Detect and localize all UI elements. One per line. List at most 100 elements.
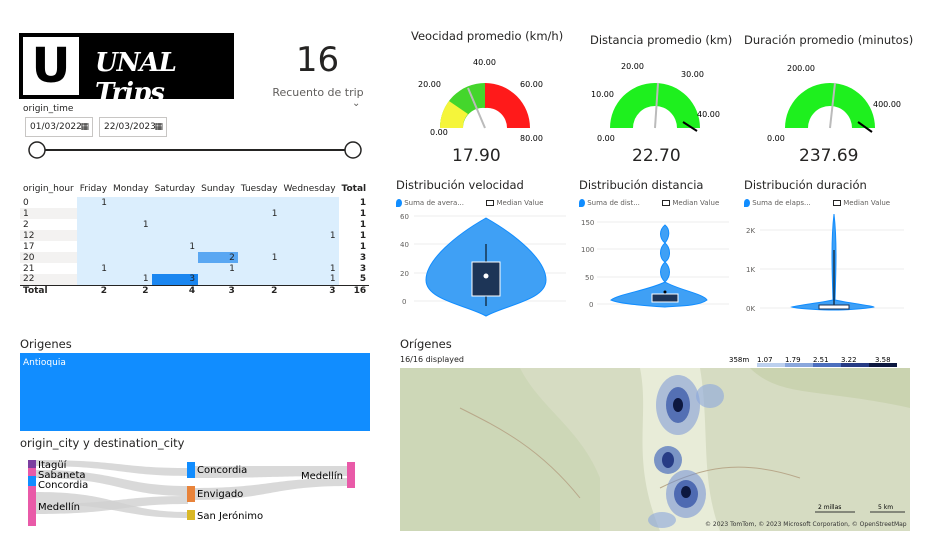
matrix-cell[interactable] (76, 274, 111, 285)
matrix-cell[interactable] (151, 263, 199, 274)
matrix-cell[interactable]: 1 (76, 197, 111, 208)
matrix-cell[interactable]: 1 (198, 263, 238, 274)
brand-logo: U UNAL Trips (19, 33, 234, 108)
matrix-col-header[interactable]: Tuesday (238, 181, 281, 197)
matrix-cell[interactable] (76, 208, 111, 219)
matrix-row-total[interactable]: 3 (339, 263, 370, 274)
violin-box (651, 293, 679, 303)
median-box-icon (662, 200, 671, 206)
matrix-cell[interactable] (151, 219, 199, 230)
matrix-row-header[interactable]: 2 (20, 219, 77, 230)
matrix-row[interactable]: 22 1 3 1 5 (20, 274, 369, 285)
matrix-col-header[interactable]: Wednesday (280, 181, 338, 197)
matrix-cell[interactable] (237, 241, 281, 252)
matrix-cell[interactable] (76, 219, 111, 230)
matrix-row[interactable]: 12 1 1 (20, 230, 369, 241)
calendar-icon[interactable]: ▦ (154, 118, 163, 136)
matrix-row[interactable]: 17 1 1 (20, 241, 369, 252)
matrix-cell[interactable] (280, 197, 339, 208)
matrix-cell[interactable]: 2 (198, 252, 238, 263)
matrix-cell[interactable] (110, 263, 152, 274)
matrix-cell[interactable] (198, 274, 238, 285)
sankey-label: Concordia (197, 465, 247, 476)
matrix-cell[interactable]: 1 (280, 263, 339, 274)
start-date-value: 01/03/2022 (30, 122, 82, 132)
matrix-col-header[interactable]: Friday (77, 181, 110, 197)
chevron-down-icon[interactable]: ⌄ (352, 98, 360, 109)
matrix-total-cell: 16 (353, 285, 367, 296)
matrix-col-header[interactable]: Saturday (152, 181, 199, 197)
matrix-row-total[interactable]: 1 (339, 208, 370, 219)
matrix-cell[interactable] (198, 219, 238, 230)
matrix-row-total[interactable]: 1 (339, 230, 370, 241)
matrix-cell[interactable] (198, 197, 238, 208)
matrix-col-header-total[interactable]: Total (339, 181, 370, 197)
matrix-row-total[interactable]: 1 (339, 219, 370, 230)
matrix-row-header[interactable]: 17 (20, 241, 77, 252)
matrix-cell[interactable] (76, 230, 111, 241)
calendar-icon[interactable]: ▦ (80, 118, 89, 136)
matrix-cell[interactable]: 1 (110, 219, 152, 230)
matrix-col-header[interactable]: Sunday (198, 181, 238, 197)
matrix-row-header[interactable]: 1 (20, 208, 77, 219)
matrix-row[interactable]: 20 2 1 3 (20, 252, 369, 263)
matrix-cell[interactable]: 1 (237, 208, 281, 219)
matrix-row-header[interactable]: 22 (20, 274, 77, 285)
start-date-input[interactable]: 01/03/2022 ▦ (25, 117, 93, 137)
matrix-cell[interactable] (151, 197, 199, 208)
sankey-node-itagui (28, 460, 36, 468)
matrix-cell[interactable] (76, 252, 111, 263)
matrix-row-header[interactable]: 21 (20, 263, 77, 274)
matrix-header-row: origin_hour Friday Monday Saturday Sunda… (20, 181, 369, 197)
matrix-cell[interactable] (151, 208, 199, 219)
median-box-icon (486, 200, 495, 206)
matrix-col-header[interactable]: Monday (110, 181, 152, 197)
matrix-cell[interactable] (76, 241, 111, 252)
matrix-cell[interactable]: 1 (151, 241, 199, 252)
matrix-row[interactable]: 2 1 1 (20, 219, 369, 230)
matrix-cell[interactable] (280, 219, 339, 230)
matrix-cell[interactable] (110, 230, 152, 241)
matrix-cell[interactable] (198, 241, 238, 252)
end-date-input[interactable]: 22/03/2023 ▦ (99, 117, 167, 137)
matrix-row[interactable]: 011 (20, 197, 369, 208)
matrix-cell[interactable]: 1 (110, 274, 152, 285)
date-range-slider[interactable] (25, 140, 365, 160)
origenes-treemap-tile[interactable]: Antioquia (20, 353, 370, 431)
violin-tick: 2K (746, 227, 755, 235)
matrix-row-total[interactable]: 1 (339, 197, 370, 208)
matrix-cell[interactable] (237, 219, 281, 230)
matrix-cell[interactable] (237, 197, 281, 208)
matrix-cell[interactable] (198, 208, 238, 219)
matrix-cell[interactable] (237, 263, 281, 274)
matrix-cell[interactable] (198, 230, 238, 241)
matrix-cell[interactable] (237, 274, 281, 285)
heat-map[interactable]: 2 millas 5 km © 2023 TomTom, © 2023 Micr… (400, 368, 910, 531)
matrix-row-total[interactable]: 3 (339, 252, 370, 263)
matrix-cell[interactable] (110, 252, 152, 263)
matrix-row[interactable]: 1 1 1 (20, 208, 369, 219)
matrix-cell[interactable] (280, 241, 339, 252)
matrix-col-header[interactable]: origin_hour (20, 181, 77, 197)
matrix-row[interactable]: 21 1 1 1 3 (20, 263, 369, 274)
matrix-row-header[interactable]: 0 (20, 197, 77, 208)
matrix-cell[interactable] (280, 208, 339, 219)
matrix-cell[interactable]: 1 (280, 274, 339, 285)
matrix-cell[interactable] (110, 208, 152, 219)
matrix-cell[interactable]: 3 (151, 274, 199, 285)
matrix-cell[interactable] (151, 252, 199, 263)
legend-tick: 1.79 (785, 356, 801, 364)
matrix-row-header[interactable]: 20 (20, 252, 77, 263)
matrix-cell[interactable] (110, 197, 152, 208)
matrix-cell[interactable]: 1 (76, 263, 111, 274)
matrix-total-cell: 2 (271, 285, 278, 296)
matrix-row-header[interactable]: 12 (20, 230, 77, 241)
matrix-cell[interactable] (110, 241, 152, 252)
matrix-row-total[interactable]: 5 (339, 274, 370, 285)
matrix-cell[interactable]: 1 (280, 230, 339, 241)
matrix-cell[interactable] (151, 230, 199, 241)
matrix-cell[interactable] (237, 230, 281, 241)
matrix-cell[interactable] (280, 252, 339, 263)
matrix-cell[interactable]: 1 (237, 252, 281, 263)
matrix-row-total[interactable]: 1 (339, 241, 370, 252)
